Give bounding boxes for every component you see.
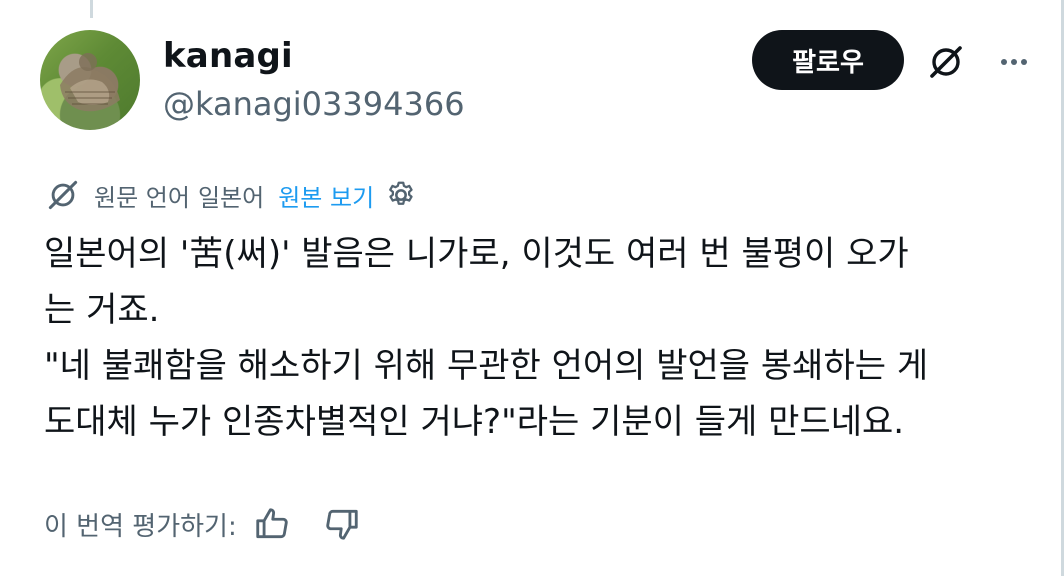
follow-button[interactable]: 팔로우 [752,30,904,90]
gear-icon[interactable] [384,178,418,212]
translation-bar: 원문 언어 일본어 원본 보기 [44,176,418,214]
tweet-line: 는 거죠. [44,290,160,330]
avatar[interactable] [40,30,140,130]
tweet-line: "네 불쾌함을 해소하기 위해 무관한 언어의 발언을 봉쇄하는 게 [44,346,929,386]
grok-icon[interactable] [924,40,968,84]
grok-icon [44,176,82,214]
tweet-line: 일본어의 '苦(써)' 발음은 니가로, 이것도 여러 번 불평이 오가 [44,234,909,274]
more-dot [1001,59,1007,65]
author-handle[interactable]: @kanagi03394366 [163,85,465,123]
thread-line [90,0,93,18]
rate-translation: 이 번역 평가하기: [44,502,391,546]
original-language: 일본어 [197,183,265,212]
tweet-header: kanagi @kanagi03394366 팔로우 [40,30,1040,140]
tweet-text: 일본어의 '苦(써)' 발음은 니가로, 이것도 여러 번 불평이 오가 는 거… [44,226,1044,450]
thumbs-up-icon[interactable] [251,503,293,545]
more-dot [1011,59,1017,65]
more-dot [1021,59,1027,65]
more-icon[interactable] [994,42,1034,82]
rate-translation-label: 이 번역 평가하기: [44,511,237,542]
thumbs-down-icon[interactable] [321,503,363,545]
tweet-line: 도대체 누가 인종차별적인 거냐?"라는 기분이 들게 만드네요. [44,402,905,442]
author-name[interactable]: kanagi [163,36,293,76]
original-language-label: 원문 언어 [94,183,190,212]
avatar-image [60,53,120,112]
show-original-link[interactable]: 원본 보기 [278,178,374,213]
